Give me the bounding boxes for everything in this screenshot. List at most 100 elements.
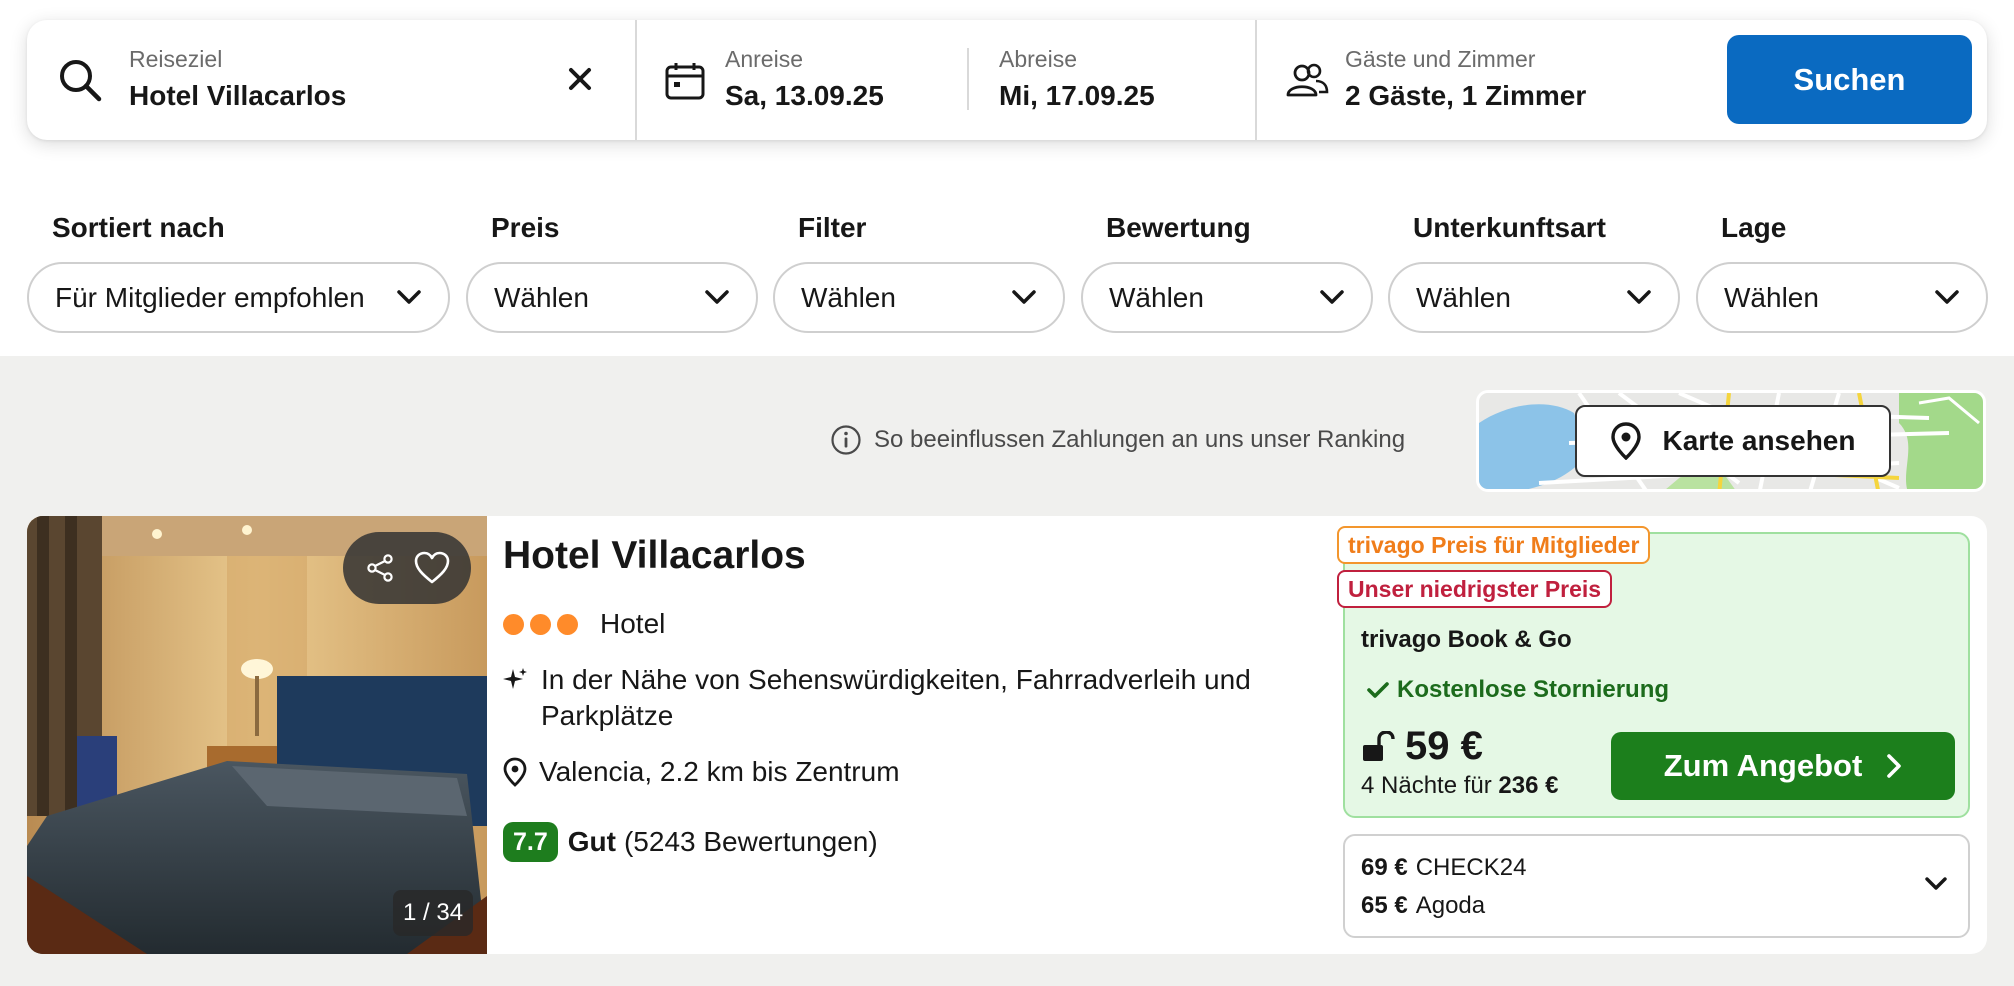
results-area: So beeinflussen Zahlungen an uns unser R… (0, 356, 2014, 986)
offer-price: 69 € (1361, 854, 1408, 881)
filter-price: Preis Wählen (466, 212, 758, 333)
filter-property-type: Unterkunftsart Wählen (1388, 212, 1680, 333)
hotel-photo[interactable]: 1 / 34 (27, 516, 487, 954)
deal-provider: trivago Book & Go (1361, 626, 1572, 653)
hotel-card[interactable]: 1 / 34 Hotel Villacarlos Hotel In der Nä… (27, 516, 1987, 954)
view-deal-button[interactable]: Zum Angebot (1611, 732, 1955, 800)
ranking-info-link[interactable]: So beeinflussen Zahlungen an uns unser R… (830, 424, 1405, 456)
filter-dropdown[interactable]: Wählen (773, 262, 1065, 333)
unlock-icon (1363, 730, 1395, 761)
guests-label: Gäste und Zimmer (1345, 46, 1536, 72)
other-offer-row: 65 € Agoda (1361, 892, 1485, 920)
rating-score: 7.7 (503, 822, 558, 862)
destination-field[interactable]: Reiseziel Hotel Villacarlos (27, 20, 635, 140)
info-icon (831, 425, 861, 455)
checkout-value[interactable]: Mi, 17.09.25 (999, 80, 1155, 112)
ranking-note-text: So beeinflussen Zahlungen an uns unser R… (874, 426, 1406, 453)
hotel-rating[interactable]: 7.7 Gut (5243 Bewertungen) (503, 822, 878, 862)
offer-price: 65 € (1361, 892, 1408, 919)
star-dot (530, 613, 551, 635)
property-type-dropdown[interactable]: Wählen (1388, 262, 1680, 333)
guests-icon (1286, 63, 1329, 97)
calendar-icon (665, 63, 705, 100)
offer-provider: CHECK24 (1415, 854, 1527, 881)
destination-value[interactable]: Hotel Villacarlos (129, 80, 346, 112)
filter-filter: Filter Wählen (773, 212, 1065, 333)
chevron-down-icon (1935, 290, 1959, 304)
filter-location: Lage Wählen (1696, 212, 1988, 333)
price-dropdown[interactable]: Wählen (466, 262, 758, 333)
share-icon[interactable] (364, 552, 396, 584)
chevron-down-icon (397, 290, 421, 304)
location-dropdown[interactable]: Wählen (1696, 262, 1988, 333)
location-pin-icon (503, 757, 527, 787)
checkin-value[interactable]: Sa, 13.09.25 (725, 80, 884, 112)
sort-dropdown[interactable]: Für Mitglieder empfohlen (27, 262, 450, 333)
filter-value: Wählen (1109, 281, 1204, 313)
filter-title: Lage (1721, 212, 1787, 243)
filter-title: Preis (491, 212, 560, 243)
filter-value: Wählen (494, 281, 589, 313)
search-icon (60, 60, 102, 102)
chevron-down-icon[interactable] (1924, 876, 1948, 892)
filter-title: Filter (798, 212, 867, 243)
deal-price-row: 59 € (1361, 724, 1483, 769)
clear-icon[interactable] (567, 66, 593, 92)
features-text: In der Nähe von Sehenswürdigkeiten, Fahr… (541, 664, 1251, 731)
location-pin-icon (1610, 422, 1641, 460)
photo-actions (343, 532, 471, 604)
chevron-down-icon (1320, 290, 1344, 304)
filter-title: Unterkunftsart (1413, 212, 1606, 243)
cancellation-text: Kostenlose Stornierung (1397, 676, 1670, 703)
view-map-button[interactable]: Karte ansehen (1575, 405, 1891, 477)
search-bar: Reiseziel Hotel Villacarlos Anreise Sa, … (27, 20, 1987, 140)
chevron-down-icon (1627, 290, 1651, 304)
nights-text: 4 Nächte für (1361, 772, 1492, 799)
filter-value: Wählen (1416, 281, 1511, 313)
rating-count: (5243 Bewertungen) (623, 826, 878, 857)
filter-title: Bewertung (1106, 212, 1251, 243)
lowest-price-badge: Unser niedrigster Preis (1337, 570, 1613, 608)
hotel-location: Valencia, 2.2 km bis Zentrum (503, 756, 900, 788)
dates-field[interactable]: Anreise Sa, 13.09.25 Abreise Mi, 17.09.2… (635, 20, 1255, 140)
hotel-stars-row: Hotel (503, 608, 665, 640)
offer-provider: Agoda (1415, 892, 1486, 919)
deal-price: 59 € (1405, 724, 1483, 768)
filter-value: Wählen (1724, 281, 1819, 313)
star-dot (557, 613, 578, 635)
guests-value[interactable]: 2 Gäste, 1 Zimmer (1345, 80, 1586, 112)
heart-icon[interactable] (414, 551, 450, 585)
chevron-right-icon (1887, 754, 1902, 778)
free-cancellation: Kostenlose Stornierung (1367, 676, 1669, 704)
rating-dropdown[interactable]: Wählen (1081, 262, 1373, 333)
filter-rating: Bewertung Wählen (1081, 212, 1373, 333)
checkmark-icon (1367, 682, 1389, 698)
other-offers[interactable]: 69 € CHECK24 65 € Agoda (1343, 834, 1970, 938)
checkout-label: Abreise (999, 46, 1077, 72)
filter-value: Wählen (801, 281, 896, 313)
hotel-name[interactable]: Hotel Villacarlos (503, 534, 806, 578)
map-preview[interactable]: Karte ansehen (1476, 390, 1986, 492)
rating-word: Gut (567, 826, 616, 857)
guests-field[interactable]: Gäste und Zimmer 2 Gäste, 1 Zimmer (1255, 20, 1725, 140)
checkin-label: Anreise (725, 46, 803, 72)
member-price-badge: trivago Preis für Mitglieder (1337, 526, 1651, 564)
hotel-features: In der Nähe von Sehenswürdigkeiten, Fahr… (503, 662, 1303, 734)
chevron-down-icon (705, 290, 729, 304)
date-divider (967, 48, 969, 110)
photo-counter: 1 / 34 (393, 890, 474, 936)
other-offer-row: 69 € CHECK24 (1361, 854, 1526, 882)
hotel-type: Hotel (600, 608, 666, 639)
chevron-down-icon (1012, 290, 1036, 304)
view-map-label: Karte ansehen (1662, 425, 1856, 456)
sparkle-icon (503, 668, 527, 689)
nights-total-price: 236 € (1498, 772, 1559, 799)
search-button[interactable]: Suchen (1727, 35, 1972, 124)
nights-total: 4 Nächte für 236 € (1361, 772, 1558, 800)
filter-value: Für Mitglieder empfohlen (55, 281, 365, 313)
filter-title: Sortiert nach (52, 212, 225, 243)
destination-label: Reiseziel (129, 46, 223, 72)
location-text: Valencia, 2.2 km bis Zentrum (539, 756, 900, 787)
star-dot (503, 613, 524, 635)
filter-sort: Sortiert nach Für Mitglieder empfohlen (27, 212, 450, 333)
